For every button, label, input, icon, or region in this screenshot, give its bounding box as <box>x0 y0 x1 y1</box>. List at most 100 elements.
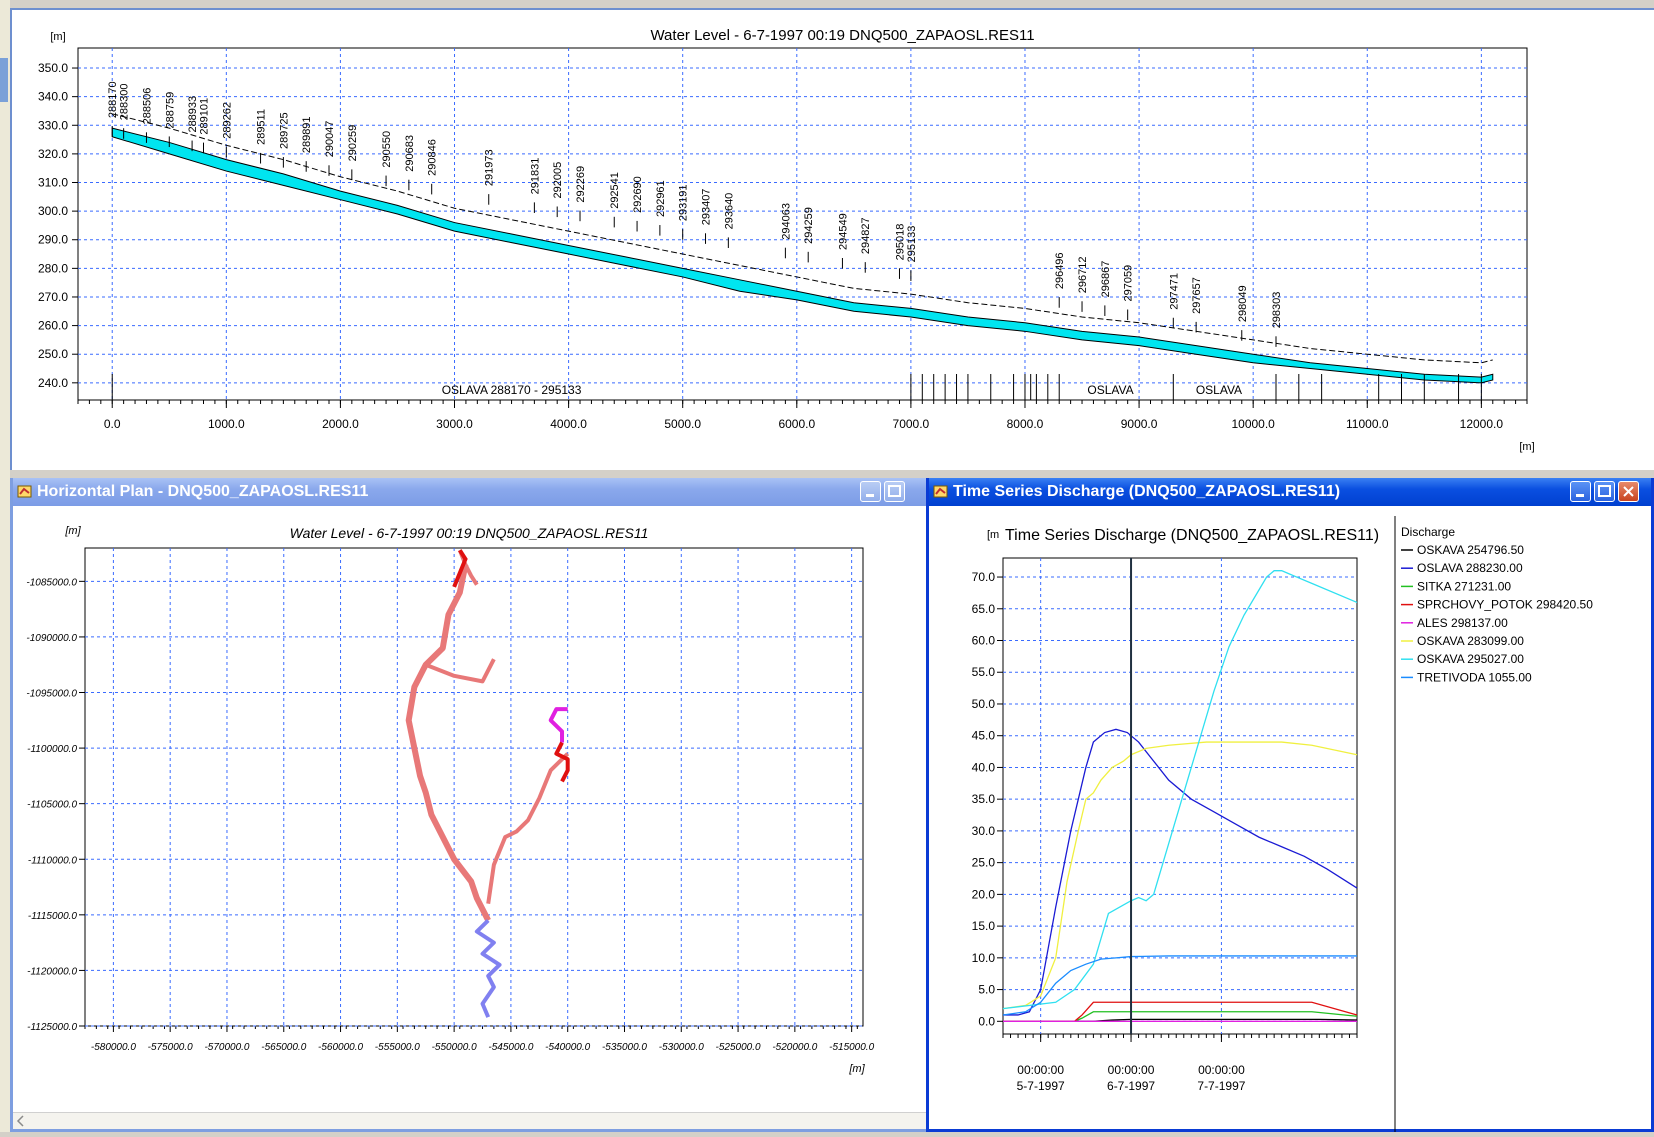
x-tick-label: 5-7-1997 <box>1017 1079 1065 1093</box>
time-series-titlebar[interactable]: Time Series Discharge (DNQ500_ZAPAOSL.RE… <box>929 478 1651 506</box>
y-tick-label: 65.0 <box>972 602 996 616</box>
x-tick-label: 5000.0 <box>664 417 701 431</box>
y-tick-label: -1085000.0 <box>26 577 77 588</box>
x-tick-label: -555000.0 <box>375 1042 420 1053</box>
x-tick-label: -580000.0 <box>91 1042 136 1053</box>
x-tick-label: -565000.0 <box>261 1042 306 1053</box>
x-unit-label: [m] <box>848 1063 865 1075</box>
y-tick-label: 270.0 <box>38 290 68 304</box>
time-series-title: Time Series Discharge (DNQ500_ZAPAOSL.RE… <box>953 483 1341 500</box>
window-app-icon <box>933 485 948 498</box>
maximize-icon <box>888 485 901 497</box>
chart-title: Water Level - 6-7-1997 00:19 DNQ500_ZAPA… <box>290 525 649 541</box>
desktop-left-edge <box>0 0 10 1132</box>
legend-entry: SPRCHOVY_POTOK 298420.50 <box>1417 598 1593 612</box>
horizontal-plan-window[interactable]: Horizontal Plan - DNQ500_ZAPAOSL.RES11 -… <box>10 478 936 1132</box>
x-tick-label: -540000.0 <box>545 1042 590 1053</box>
chainage-label: 291831 <box>529 158 541 195</box>
y-tick-label: 15.0 <box>972 919 996 933</box>
chainage-label: 289262 <box>221 102 233 139</box>
x-tick-label: -525000.0 <box>716 1042 761 1053</box>
plot-area <box>1002 557 1358 1035</box>
maximize-button[interactable] <box>884 481 905 502</box>
x-tick-label: 00:00:00 <box>1017 1063 1064 1077</box>
chainage-label: 293191 <box>678 184 690 221</box>
chainage-label: 292541 <box>609 172 621 209</box>
y-tick-label: 330.0 <box>38 118 68 132</box>
chainage-label: 294549 <box>837 213 849 250</box>
chainage-label: 295018 <box>894 224 906 261</box>
scroll-left-icon[interactable] <box>13 1113 29 1129</box>
legend-entry: OSLAVA 288230.00 <box>1417 561 1523 575</box>
plot-area <box>84 547 864 1027</box>
x-tick-label: 1000.0 <box>208 417 245 431</box>
chainage-label: 292005 <box>552 162 564 199</box>
y-tick-label: 240.0 <box>38 376 68 390</box>
x-tick-label: 10000.0 <box>1231 417 1275 431</box>
y-tick-label: 300.0 <box>38 204 68 218</box>
time-series-window[interactable]: Time Series Discharge (DNQ500_ZAPAOSL.RE… <box>926 478 1654 1132</box>
horizontal-plan-titlebar[interactable]: Horizontal Plan - DNQ500_ZAPAOSL.RES11 <box>13 478 933 506</box>
x-tick-label: 4000.0 <box>550 417 587 431</box>
bottom-branch-label: OSLAVA <box>1196 383 1242 397</box>
longitudinal-profile-window[interactable]: 0.0 1000.0 2000.0 3000.0 4000.0 5000.0 6000.0 7… <box>10 8 1654 470</box>
chainage-label: 288300 <box>119 83 131 120</box>
chainage-label: 297059 <box>1123 265 1135 302</box>
chainage-label: 292961 <box>655 180 667 217</box>
y-tick-label: 45.0 <box>972 729 996 743</box>
y-tick-label: 260.0 <box>38 319 68 333</box>
x-tick-label: -530000.0 <box>659 1042 704 1053</box>
y-tick-label: 40.0 <box>972 760 996 774</box>
chainage-label: 290683 <box>404 135 416 172</box>
x-tick-label: 3000.0 <box>436 417 473 431</box>
minimize-button[interactable] <box>860 481 881 502</box>
y-tick-label: -1095000.0 <box>26 689 77 700</box>
x-tick-label: 11000.0 <box>1346 417 1389 431</box>
legend-entry: OSKAVA 295027.00 <box>1417 652 1524 666</box>
maximize-button[interactable] <box>1594 481 1615 502</box>
y-tick-label: -1100000.0 <box>27 744 77 755</box>
y-unit-label: [m <box>987 529 999 541</box>
chainage-label: 298303 <box>1271 292 1283 329</box>
chainage-label: 293640 <box>723 193 735 230</box>
y-tick-label: 35.0 <box>972 792 996 806</box>
horizontal-plan-chart[interactable]: -580000.0 -575000.0 -570000.0 -565000.0 -560… <box>13 506 933 1112</box>
x-tick-label: 2000.0 <box>322 417 359 431</box>
legend-entry: SITKA 271231.00 <box>1417 579 1511 593</box>
horizontal-scrollbar[interactable] <box>13 1112 933 1129</box>
x-tick-label: 7-7-1997 <box>1197 1079 1245 1093</box>
x-tick-label: 8000.0 <box>1007 417 1044 431</box>
chainage-label: 294827 <box>860 217 872 254</box>
chainage-label: 288933 <box>187 96 199 133</box>
x-tick-label: -550000.0 <box>432 1042 477 1053</box>
profile-chart[interactable]: 0.0 1000.0 2000.0 3000.0 4000.0 5000.0 6000.0 7… <box>12 10 1654 470</box>
chainage-label: 290259 <box>347 125 359 162</box>
x-tick-label: -515000.0 <box>829 1042 874 1053</box>
chainage-label: 288759 <box>164 92 176 129</box>
horizontal-plan-content: -580000.0 -575000.0 -570000.0 -565000.0 -560… <box>13 506 933 1129</box>
bottom-branch-label: OSLAVA 288170 - 295133 <box>442 383 582 397</box>
chart-title: Water Level - 6-7-1997 00:19 DNQ500_ZAPA… <box>650 27 1034 44</box>
maximize-icon <box>1598 485 1611 497</box>
y-tick-label: 10.0 <box>972 951 996 965</box>
left-dock-tab[interactable] <box>0 58 8 102</box>
chainage-label: 290047 <box>324 121 336 158</box>
time-series-chart[interactable]: 0.0 5.0 10.0 15.0 20.0 25.0 30.0 35.0 40.0 45.0 50… <box>929 506 1651 1132</box>
minimize-button[interactable] <box>1570 481 1591 502</box>
x-tick-label: 9000.0 <box>1121 417 1158 431</box>
legend-entry: OSKAVA 283099.00 <box>1417 634 1524 648</box>
y-tick-label: 5.0 <box>978 983 995 997</box>
bottom-branch-label: OSLAVA <box>1087 383 1133 397</box>
y-tick-label: 320.0 <box>38 147 68 161</box>
legend-title: Discharge <box>1401 525 1455 539</box>
chainage-label: 289101 <box>199 98 211 135</box>
minimize-icon <box>1576 494 1584 497</box>
close-button[interactable] <box>1618 481 1639 502</box>
x-tick-label: -535000.0 <box>602 1042 647 1053</box>
legend-entry: TRETIVODA 1055.00 <box>1417 670 1532 684</box>
chainage-label: 289725 <box>278 112 290 149</box>
chainage-label: 297471 <box>1168 273 1180 310</box>
chainage-label: 294063 <box>780 203 792 240</box>
y-tick-label: 250.0 <box>38 347 68 361</box>
y-tick-label: 20.0 <box>972 887 996 901</box>
